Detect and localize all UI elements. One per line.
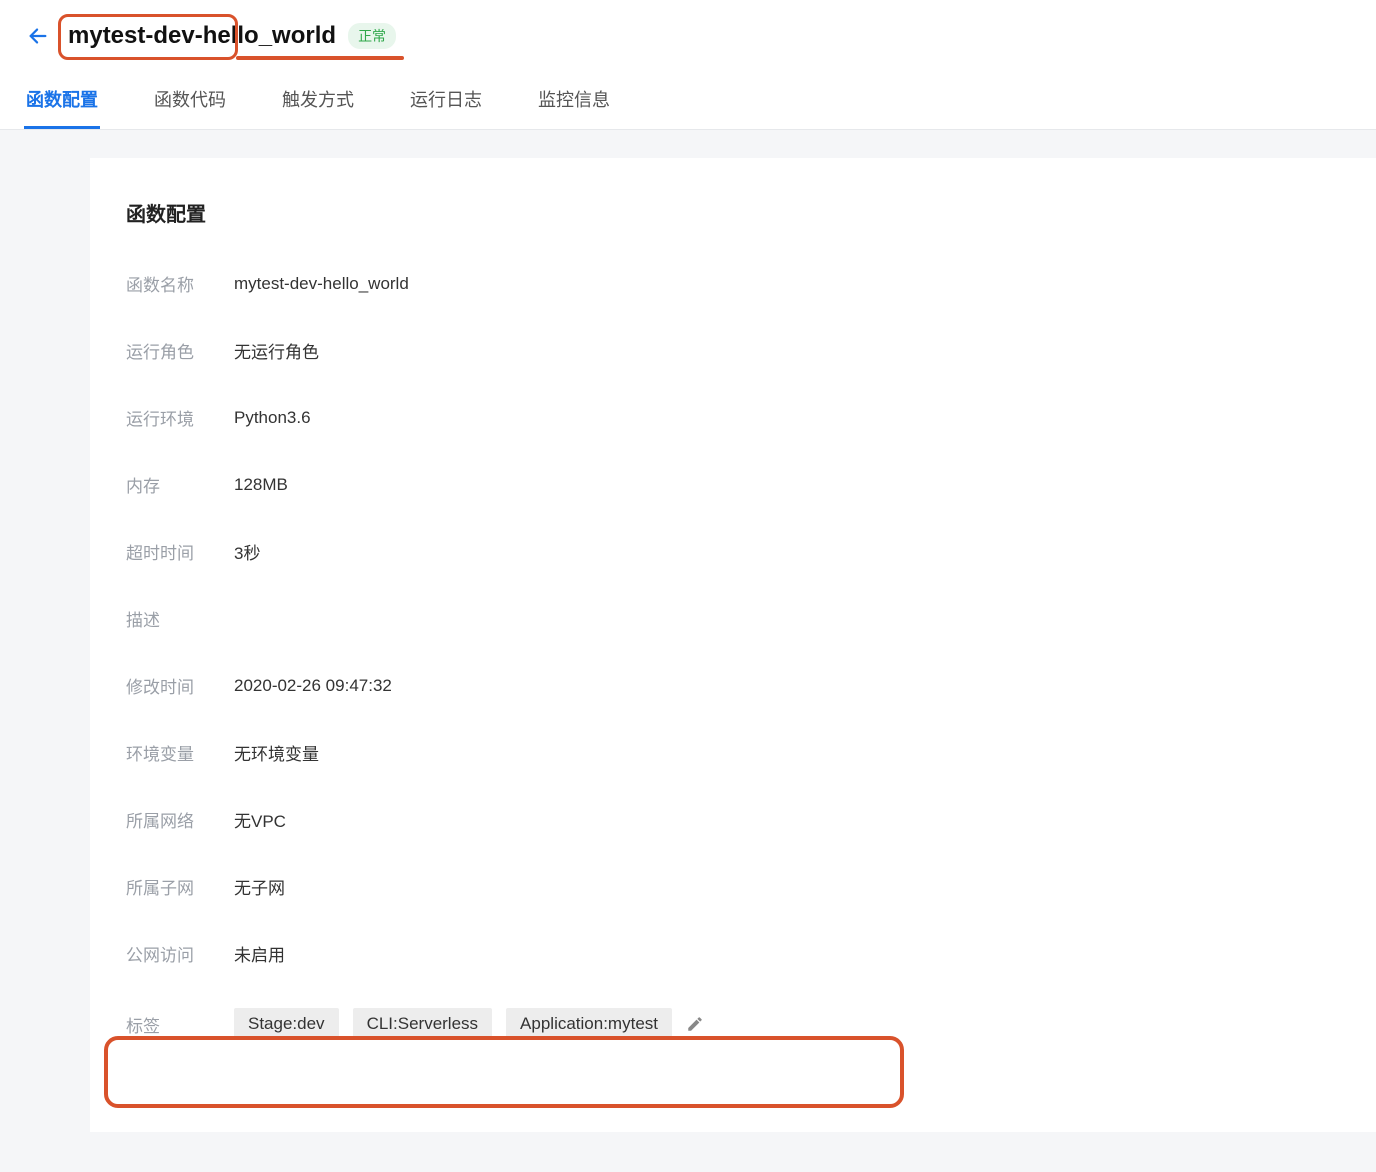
field-value: mytest-dev-hello_world — [234, 274, 409, 294]
tags-container: Stage:dev CLI:Serverless Application:myt… — [234, 1008, 704, 1040]
field-env-vars: 环境变量 无环境变量 — [126, 740, 1340, 765]
field-label: 修改时间 — [126, 673, 234, 698]
field-role: 运行角色 无运行角色 — [126, 338, 1340, 363]
tag-chip: Application:mytest — [506, 1008, 672, 1040]
page-title-text: mytest-dev-hello_world — [68, 22, 336, 49]
card-title: 函数配置 — [126, 198, 1340, 227]
tab-function-config[interactable]: 函数配置 — [24, 76, 100, 129]
tab-function-code[interactable]: 函数代码 — [152, 76, 228, 129]
status-badge: 正常 — [348, 23, 396, 49]
tag-chip: Stage:dev — [234, 1008, 339, 1040]
config-card: 函数配置 函数名称 mytest-dev-hello_world 运行角色 无运… — [90, 158, 1376, 1132]
field-label: 标签 — [126, 1012, 234, 1037]
field-label: 内存 — [126, 472, 234, 497]
annotation-underline — [236, 56, 404, 60]
field-description: 描述 — [126, 606, 1340, 631]
title-row: mytest-dev-hello_world 正常 — [20, 18, 1356, 76]
field-value: 无运行角色 — [234, 338, 319, 363]
field-label: 运行角色 — [126, 338, 234, 363]
pencil-icon — [686, 1015, 704, 1033]
field-value: 无环境变量 — [234, 740, 319, 765]
field-label: 环境变量 — [126, 740, 234, 765]
field-label: 函数名称 — [126, 271, 234, 296]
field-timeout: 超时时间 3秒 — [126, 539, 1340, 564]
field-function-name: 函数名称 mytest-dev-hello_world — [126, 271, 1340, 296]
tag-chip: CLI:Serverless — [353, 1008, 492, 1040]
tab-monitoring[interactable]: 监控信息 — [536, 76, 612, 129]
annotation-box-tags — [104, 1036, 904, 1108]
field-vpc: 所属网络 无VPC — [126, 807, 1340, 832]
tabs: 函数配置 函数代码 触发方式 运行日志 监控信息 — [20, 76, 1356, 129]
back-button[interactable] — [20, 18, 56, 54]
arrow-left-icon — [27, 25, 49, 47]
field-label: 所属子网 — [126, 874, 234, 899]
field-value: 128MB — [234, 475, 288, 495]
field-runtime: 运行环境 Python3.6 — [126, 405, 1340, 430]
tab-logs[interactable]: 运行日志 — [408, 76, 484, 129]
field-public-access: 公网访问 未启用 — [126, 941, 1340, 966]
page-header: mytest-dev-hello_world 正常 函数配置 函数代码 触发方式… — [0, 0, 1376, 130]
field-value: 3秒 — [234, 539, 260, 564]
field-modified-at: 修改时间 2020-02-26 09:47:32 — [126, 673, 1340, 698]
field-memory: 内存 128MB — [126, 472, 1340, 497]
field-label: 运行环境 — [126, 405, 234, 430]
field-label: 超时时间 — [126, 539, 234, 564]
field-label: 公网访问 — [126, 941, 234, 966]
content-area: 函数配置 函数名称 mytest-dev-hello_world 运行角色 无运… — [0, 130, 1376, 1172]
field-value: 未启用 — [234, 941, 285, 966]
field-value: 2020-02-26 09:47:32 — [234, 676, 392, 696]
field-label: 描述 — [126, 606, 234, 631]
field-subnet: 所属子网 无子网 — [126, 874, 1340, 899]
field-label: 所属网络 — [126, 807, 234, 832]
field-value: Python3.6 — [234, 408, 311, 428]
field-tags: 标签 Stage:dev CLI:Serverless Application:… — [126, 1008, 1340, 1040]
tab-triggers[interactable]: 触发方式 — [280, 76, 356, 129]
field-value: 无VPC — [234, 807, 286, 832]
edit-tags-button[interactable] — [686, 1015, 704, 1033]
page-title: mytest-dev-hello_world — [68, 22, 336, 50]
field-value: 无子网 — [234, 874, 285, 899]
